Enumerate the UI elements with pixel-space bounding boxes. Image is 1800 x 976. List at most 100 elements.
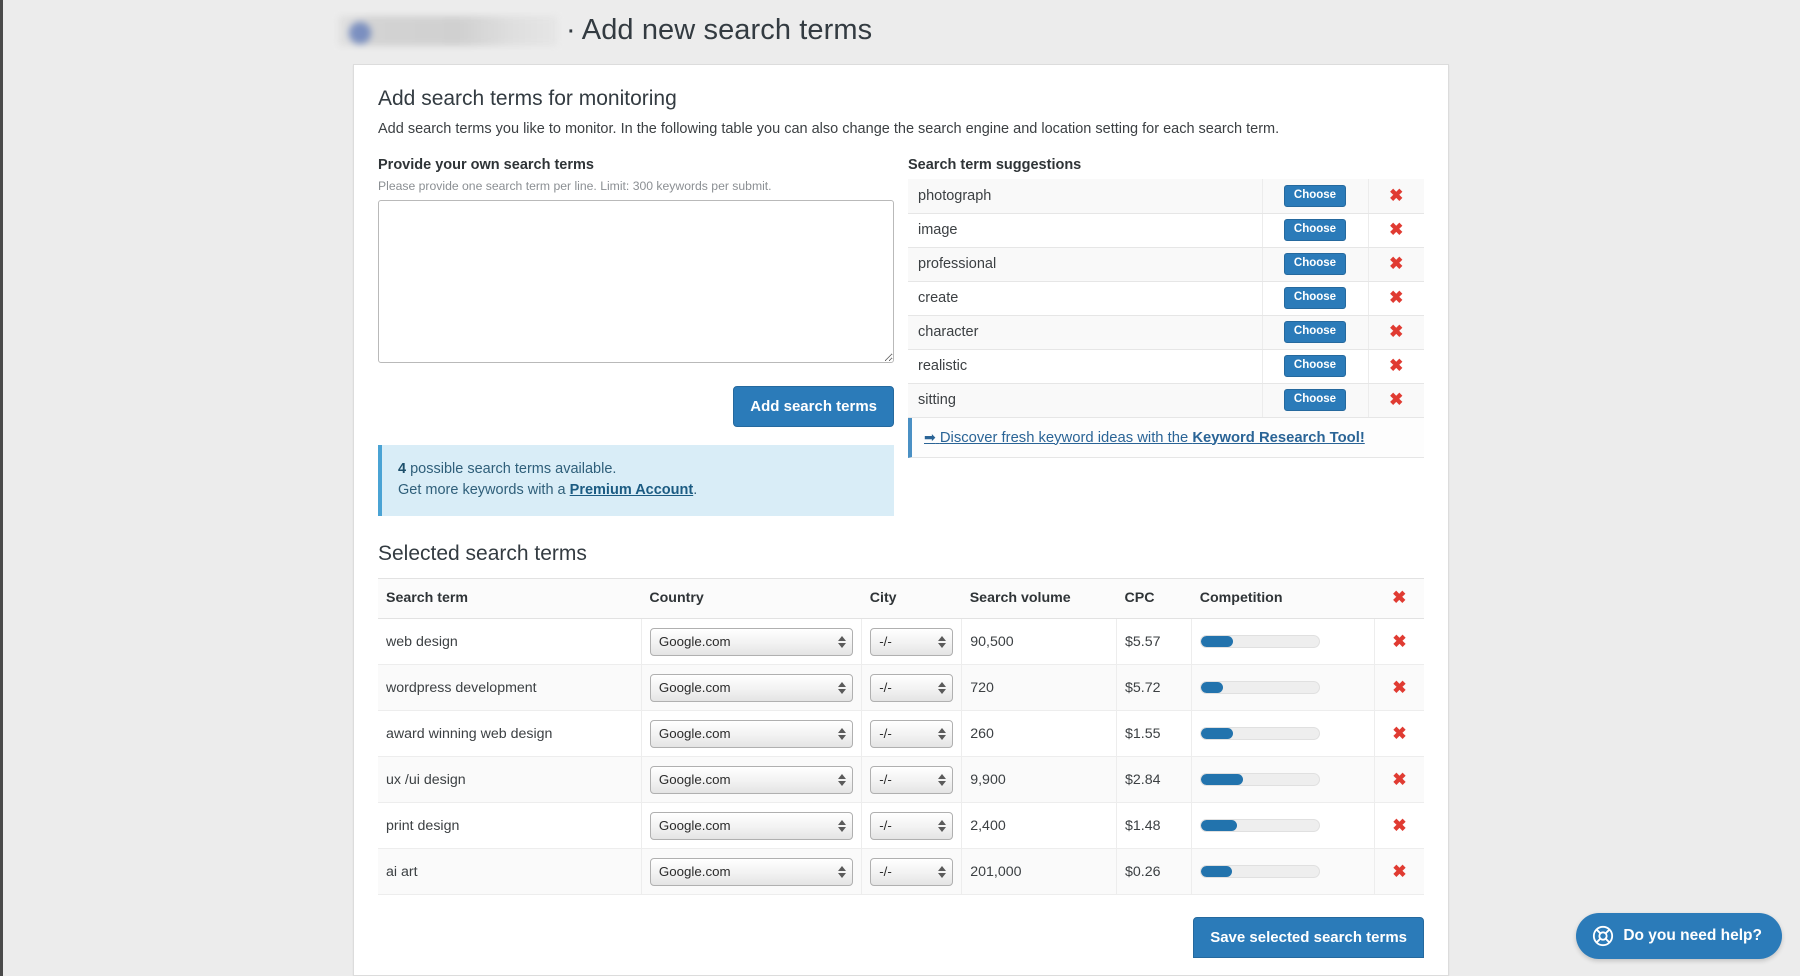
close-icon[interactable]: ✖ [1392,725,1406,742]
add-terms-row: Add search terms [378,386,894,427]
choose-button[interactable]: Choose [1284,389,1346,412]
row-search-term: ux /ui design [378,757,641,803]
selected-terms-table: Search term Country City Search volume C… [378,578,1424,895]
city-select-wrap: -/- [870,720,953,748]
choose-button[interactable]: Choose [1284,321,1346,344]
choose-button[interactable]: Choose [1284,185,1346,208]
close-icon[interactable]: ✖ [1389,255,1403,272]
keyword-research-tool-link[interactable]: ➡ Discover fresh keyword ideas with the … [924,430,1365,446]
suggestion-row: photograph Choose ✖ [908,179,1424,213]
table-row: web design Google.com -/- 90,500 $5.57 [378,619,1424,665]
help-widget[interactable]: Do you need help? [1576,913,1782,959]
suggestion-row: character Choose ✖ [908,315,1424,349]
close-icon[interactable]: ✖ [1392,633,1406,650]
row-delete-cell: ✖ [1375,711,1424,757]
city-select[interactable]: -/- [870,766,953,794]
premium-account-link[interactable]: Premium Account [570,482,694,498]
country-select[interactable]: Google.com [650,720,853,748]
city-select[interactable]: -/- [870,812,953,840]
keyword-availability-infobox: 4 possible search terms available. Get m… [378,445,894,516]
row-delete-cell: ✖ [1375,849,1424,895]
country-select[interactable]: Google.com [650,812,853,840]
close-icon[interactable]: ✖ [1392,817,1406,834]
suggestions-table-body: photograph Choose ✖ image Choose [908,179,1424,417]
suggestions-label: Search term suggestions [908,157,1424,173]
country-select-wrap: Google.com [650,812,853,840]
city-select[interactable]: -/- [870,720,953,748]
competition-bar-fill [1201,636,1233,647]
row-delete-cell: ✖ [1375,665,1424,711]
country-select[interactable]: Google.com [650,766,853,794]
competition-bar-fill [1201,866,1232,877]
row-city-cell: -/- [862,757,962,803]
city-select[interactable]: -/- [870,674,953,702]
save-row: Save selected search terms [378,917,1424,958]
help-widget-label: Do you need help? [1623,927,1762,945]
suggestion-row: professional Choose ✖ [908,247,1424,281]
row-search-term: print design [378,803,641,849]
row-delete-cell: ✖ [1375,619,1424,665]
row-country-cell: Google.com [641,665,861,711]
save-selected-search-terms-button[interactable]: Save selected search terms [1193,917,1424,958]
own-terms-column: Provide your own search terms Please pro… [378,157,894,516]
column-header-delete-all[interactable]: ✖ [1375,579,1424,619]
choose-button[interactable]: Choose [1284,287,1346,310]
choose-button[interactable]: Choose [1284,355,1346,378]
city-select[interactable]: -/- [870,628,953,656]
country-select-wrap: Google.com [650,858,853,886]
close-icon[interactable]: ✖ [1389,357,1403,374]
own-terms-label: Provide your own search terms [378,157,894,173]
column-header-search-term: Search term [378,579,641,619]
close-icon[interactable]: ✖ [1389,289,1403,306]
table-row: print design Google.com -/- 2,400 $1.48 [378,803,1424,849]
close-icon[interactable]: ✖ [1392,863,1406,880]
suggestion-term: professional [908,247,1262,281]
choose-button[interactable]: Choose [1284,253,1346,276]
suggestion-term: create [908,281,1262,315]
krt-link-label: Keyword Research Tool! [1192,430,1364,446]
row-search-volume: 90,500 [962,619,1117,665]
infobox-line-2: Get more keywords with a Premium Account… [398,480,878,501]
suggestion-row: sitting Choose ✖ [908,383,1424,417]
suggestion-choose-cell: Choose [1262,383,1368,417]
row-search-volume: 2,400 [962,803,1117,849]
infobox-line-1: 4 possible search terms available. [398,459,878,480]
country-select-wrap: Google.com [650,766,853,794]
row-competition-cell [1192,665,1375,711]
close-icon[interactable]: ✖ [1392,679,1406,696]
suggestion-choose-cell: Choose [1262,213,1368,247]
row-competition-cell [1192,619,1375,665]
row-search-term: web design [378,619,641,665]
choose-button[interactable]: Choose [1284,219,1346,242]
suggestion-choose-cell: Choose [1262,281,1368,315]
two-column-region: Provide your own search terms Please pro… [378,157,1424,516]
close-icon[interactable]: ✖ [1392,589,1406,606]
add-search-terms-button[interactable]: Add search terms [733,386,894,427]
close-icon[interactable]: ✖ [1389,391,1403,408]
close-icon[interactable]: ✖ [1389,323,1403,340]
country-select[interactable]: Google.com [650,858,853,886]
column-header-city: City [862,579,962,619]
city-select-wrap: -/- [870,766,953,794]
row-competition-cell [1192,803,1375,849]
row-search-volume: 9,900 [962,757,1117,803]
city-select[interactable]: -/- [870,858,953,886]
close-icon[interactable]: ✖ [1389,221,1403,238]
close-icon[interactable]: ✖ [1389,187,1403,204]
card-heading: Add search terms for monitoring [378,87,1424,111]
table-row: award winning web design Google.com -/- … [378,711,1424,757]
close-icon[interactable]: ✖ [1392,771,1406,788]
suggestion-delete-cell: ✖ [1368,213,1424,247]
competition-bar [1200,865,1320,878]
search-terms-textarea[interactable] [378,200,894,363]
suggestion-row: image Choose ✖ [908,213,1424,247]
column-header-search-volume: Search volume [962,579,1117,619]
card-description: Add search terms you like to monitor. In… [378,121,1424,137]
country-select[interactable]: Google.com [650,628,853,656]
table-row: ux /ui design Google.com -/- 9,900 $2.84 [378,757,1424,803]
suggestion-delete-cell: ✖ [1368,179,1424,213]
suggestion-term: realistic [908,349,1262,383]
row-search-term: award winning web design [378,711,641,757]
main-card: Add search terms for monitoring Add sear… [353,64,1449,976]
country-select[interactable]: Google.com [650,674,853,702]
